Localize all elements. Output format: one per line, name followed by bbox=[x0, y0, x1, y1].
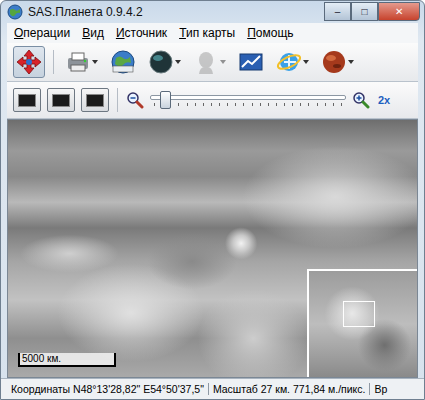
slider-tick bbox=[284, 103, 285, 106]
dark-sphere-icon bbox=[148, 49, 174, 75]
zoom-in-icon[interactable] bbox=[352, 91, 370, 109]
zoom-toolbar: 2x bbox=[7, 82, 418, 119]
menu-item[interactable]: Помощь bbox=[242, 25, 298, 41]
toolbar-button[interactable] bbox=[235, 46, 267, 78]
slider-tick bbox=[317, 103, 318, 106]
toolbar-button[interactable] bbox=[318, 46, 357, 78]
status-panel: Вр bbox=[369, 383, 391, 395]
slider-tick bbox=[260, 103, 261, 106]
status-panel: Координаты N48°13'28,82" E54°50'37,5" bbox=[7, 383, 208, 395]
menu-bar: ОперацииВидИсточникТип картыПомощь bbox=[7, 23, 418, 43]
person-head-icon bbox=[193, 49, 219, 75]
toolbar-separator bbox=[117, 88, 118, 112]
map-view[interactable]: 5000 км. bbox=[7, 119, 418, 378]
slider-tick bbox=[252, 103, 253, 106]
toolbar-button[interactable] bbox=[62, 46, 101, 78]
browser-globe-icon bbox=[276, 49, 302, 75]
save-map-icon bbox=[65, 49, 91, 75]
main-toolbar bbox=[7, 43, 418, 82]
move-arrows-icon bbox=[16, 49, 42, 75]
view-frame-icon bbox=[18, 94, 36, 107]
menu-item[interactable]: Тип карты bbox=[174, 25, 240, 41]
title-bar: SAS.Планета 0.9.4.2–□✕ bbox=[1, 1, 424, 23]
maximize-button[interactable]: □ bbox=[351, 2, 378, 21]
scale-label: 5000 км. bbox=[22, 353, 112, 364]
slider-tick bbox=[219, 103, 220, 106]
app-globe-icon bbox=[7, 4, 23, 20]
slider-tick bbox=[300, 103, 301, 106]
slider-tick bbox=[211, 103, 212, 106]
window-title: SAS.Планета 0.9.4.2 bbox=[28, 5, 319, 19]
mars-planet-icon bbox=[321, 49, 347, 75]
slider-tick bbox=[187, 103, 188, 106]
status-bar: Координаты N48°13'28,82" E54°50'37,5"Мас… bbox=[1, 378, 424, 399]
menu-item[interactable]: Вид bbox=[77, 25, 109, 41]
toolbar-button[interactable] bbox=[107, 46, 139, 78]
zoom-out-icon[interactable] bbox=[126, 91, 144, 109]
mini-map-viewport bbox=[343, 301, 375, 327]
dropdown-arrow-icon[interactable] bbox=[175, 60, 181, 64]
slider-tick bbox=[203, 103, 204, 106]
view-frame-icon bbox=[86, 94, 104, 107]
slider-tick bbox=[333, 103, 334, 106]
mini-map[interactable] bbox=[307, 269, 417, 377]
dropdown-arrow-icon[interactable] bbox=[92, 60, 98, 64]
slider-tick bbox=[268, 103, 269, 106]
close-button[interactable]: ✕ bbox=[378, 2, 420, 21]
slider-tick bbox=[308, 103, 309, 106]
view-button[interactable] bbox=[81, 88, 109, 112]
zoom-slider[interactable] bbox=[150, 89, 346, 111]
window-controls: –□✕ bbox=[324, 2, 420, 21]
view-frame-icon bbox=[52, 94, 70, 107]
slider-tick bbox=[178, 103, 179, 106]
slider-thumb[interactable] bbox=[160, 91, 171, 109]
slider-tick bbox=[325, 103, 326, 106]
toolbar-button[interactable] bbox=[190, 46, 229, 78]
toolbar-button[interactable] bbox=[145, 46, 184, 78]
dropdown-arrow-icon[interactable] bbox=[303, 60, 309, 64]
slider-tick bbox=[195, 103, 196, 106]
menu-item[interactable]: Операции bbox=[9, 25, 75, 41]
view-button[interactable] bbox=[13, 88, 41, 112]
slider-tick bbox=[276, 103, 277, 106]
slider-tick bbox=[227, 103, 228, 106]
status-panel: Масштаб 27 км. 771,84 м./пикс. bbox=[208, 383, 370, 395]
slider-tick bbox=[341, 103, 342, 106]
toolbar-button[interactable] bbox=[13, 46, 45, 78]
slider-tick bbox=[154, 103, 155, 106]
view-button[interactable] bbox=[47, 88, 75, 112]
app-window: SAS.Планета 0.9.4.2–□✕ОперацииВидИсточни… bbox=[0, 0, 425, 400]
zoom-label[interactable]: 2x bbox=[376, 94, 392, 106]
menu-item[interactable]: Источник bbox=[111, 25, 172, 41]
slider-tick bbox=[243, 103, 244, 106]
toolbar-separator bbox=[53, 50, 54, 74]
dropdown-arrow-icon[interactable] bbox=[348, 60, 354, 64]
globe-map-icon bbox=[110, 49, 136, 75]
toolbar-button[interactable] bbox=[273, 46, 312, 78]
slider-tick bbox=[235, 103, 236, 106]
dropdown-arrow-icon[interactable] bbox=[220, 60, 226, 64]
minimize-button[interactable]: – bbox=[324, 2, 351, 21]
track-line-icon bbox=[238, 49, 264, 75]
scale-bar: 5000 км. bbox=[18, 353, 116, 367]
slider-track bbox=[150, 95, 346, 100]
slider-tick bbox=[292, 103, 293, 106]
